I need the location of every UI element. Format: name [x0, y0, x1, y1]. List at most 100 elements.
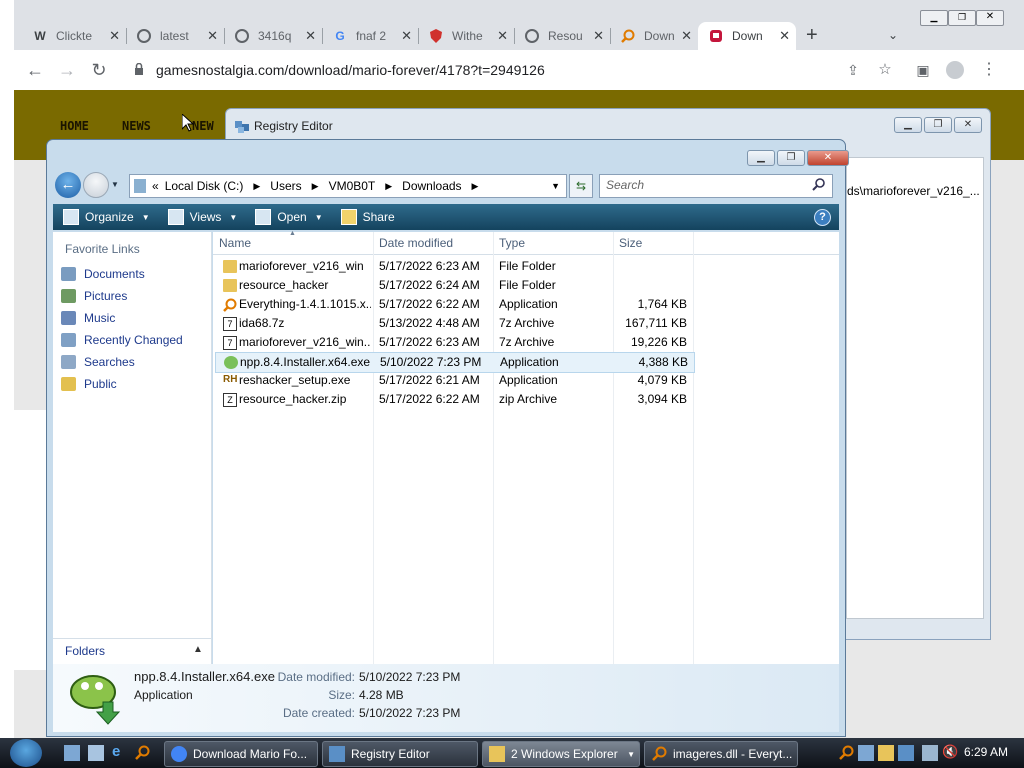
forward-arrow-icon[interactable]: →	[56, 59, 78, 81]
help-icon[interactable]: ?	[814, 209, 831, 226]
profile-avatar-icon[interactable]	[946, 61, 964, 79]
back-arrow-icon[interactable]: ←	[24, 59, 46, 81]
taskbar-registry-editor[interactable]: Registry Editor	[322, 741, 478, 767]
close-tab-icon[interactable]: ✕	[593, 28, 604, 44]
file-row[interactable]: resource_hacker 5/17/2022 6:24 AM File F…	[215, 276, 693, 295]
maximize-button[interactable]: ❐	[777, 150, 805, 166]
tray-search-icon[interactable]	[838, 745, 854, 761]
tab-search-chevron-icon[interactable]: ⌄	[888, 28, 898, 42]
details-file-type: Application	[134, 688, 193, 702]
file-row[interactable]: 7 marioforever_v216_win... 5/17/2022 6:2…	[215, 333, 693, 352]
minimize-button[interactable]: ▁	[747, 150, 775, 166]
internet-explorer-icon[interactable]: e	[112, 743, 128, 760]
explorer-address-box[interactable]: « Local Disk (C:) ▶ Users ▶ VM0B0T ▶ Dow…	[129, 174, 567, 198]
bookmark-star-icon[interactable]: ☆	[874, 59, 896, 81]
tray-folder-icon[interactable]	[878, 745, 894, 761]
fav-pictures[interactable]: Pictures	[61, 286, 127, 306]
tab-clickte[interactable]: W Clickte ✕	[22, 22, 127, 50]
taskbar-windows-explorer[interactable]: 2 Windows Explorer ▼	[482, 741, 640, 767]
folders-toggle[interactable]: Folders ▲	[53, 638, 211, 663]
menu-kebab-icon[interactable]: ⋮	[978, 59, 1000, 81]
side-panel-icon[interactable]: ▣	[912, 59, 934, 81]
close-tab-icon[interactable]: ✕	[779, 28, 790, 44]
new-tab-button[interactable]: +	[806, 24, 818, 47]
minimize-button[interactable]: ▁	[894, 117, 922, 133]
file-row-selected[interactable]: npp.8.4.Installer.x64.exe 5/10/2022 7:23…	[215, 352, 695, 373]
taskbar-chrome[interactable]: Download Mario Fo...	[164, 741, 318, 767]
breadcrumb-local-disk[interactable]: Local Disk (C:)	[165, 179, 244, 193]
tab-down-1[interactable]: Down ✕	[610, 22, 698, 50]
column-type[interactable]: Type	[499, 236, 525, 250]
nav-home-link[interactable]: HOME	[60, 119, 89, 133]
close-window-button[interactable]: ✕	[976, 10, 1004, 26]
address-dropdown-icon[interactable]: ▼	[551, 181, 560, 191]
column-date-modified[interactable]: Date modified	[379, 236, 453, 250]
show-desktop-icon[interactable]	[64, 745, 80, 761]
breadcrumb-overflow-icon[interactable]: «	[152, 179, 159, 193]
registry-value-row[interactable]: ds\marioforever_v216_...	[847, 184, 983, 206]
switch-windows-icon[interactable]	[88, 745, 104, 761]
wikipedia-icon: W	[34, 29, 46, 43]
minimize-button[interactable]: ▁	[920, 10, 948, 26]
fav-recently-changed[interactable]: Recently Changed	[61, 330, 183, 350]
file-row[interactable]: 7 ida68.7z 5/13/2022 4:48 AM 7z Archive …	[215, 314, 693, 333]
fav-documents[interactable]: Documents	[61, 264, 145, 284]
close-tab-icon[interactable]: ✕	[401, 28, 412, 44]
close-tab-icon[interactable]: ✕	[497, 28, 508, 44]
tab-3416q[interactable]: 3416q ✕	[224, 22, 323, 50]
navigation-pane: Favorite Links Documents Pictures Music …	[53, 232, 212, 664]
file-row[interactable]: Everything-1.4.1.1015.x... 5/17/2022 6:2…	[215, 295, 693, 314]
open-button[interactable]: Open ▼	[255, 209, 323, 225]
close-tab-icon[interactable]: ✕	[207, 28, 218, 44]
tab-fnaf[interactable]: G fnaf 2 ✕	[322, 22, 419, 50]
size-value: 4.28 MB	[359, 688, 404, 702]
breadcrumb-downloads[interactable]: Downloads	[402, 179, 461, 193]
tray-registry-icon[interactable]	[898, 745, 914, 761]
recent-pages-chevron-icon[interactable]: ▼	[111, 180, 119, 189]
close-tab-icon[interactable]: ✕	[681, 28, 692, 44]
views-button[interactable]: Views ▼	[167, 209, 237, 225]
share-icon[interactable]: ⇪	[842, 59, 864, 81]
refresh-icon[interactable]: ⇆	[569, 174, 593, 198]
close-button[interactable]: ✕	[954, 117, 982, 133]
fav-searches[interactable]: Searches	[61, 352, 135, 372]
reload-icon[interactable]: ↻	[88, 59, 110, 81]
tab-resou[interactable]: Resou ✕	[514, 22, 611, 50]
back-arrow-icon[interactable]: ←	[55, 172, 81, 198]
start-button[interactable]	[10, 739, 42, 767]
tray-app-icon[interactable]	[858, 745, 874, 761]
column-name[interactable]: Name	[219, 236, 251, 250]
file-row[interactable]: RH reshacker_setup.exe 5/17/2022 6:21 AM…	[215, 371, 693, 390]
breadcrumb-users[interactable]: Users	[270, 179, 301, 193]
chevron-up-icon[interactable]: ▲	[193, 644, 203, 655]
fav-music[interactable]: Music	[61, 308, 115, 328]
organize-button[interactable]: Organize ▼	[63, 209, 150, 225]
share-button[interactable]: Share	[340, 209, 395, 225]
address-bar[interactable]: gamesnostalgia.com/download/mario-foreve…	[124, 56, 964, 84]
column-size[interactable]: Size	[619, 236, 642, 250]
taskbar-everything[interactable]: imageres.dll - Everyt...	[644, 741, 798, 767]
maximize-button[interactable]: ❐	[948, 10, 976, 26]
nav-new-link[interactable]: NEW	[192, 119, 214, 133]
close-tab-icon[interactable]: ✕	[305, 28, 316, 44]
volume-muted-icon[interactable]: 🔇	[942, 744, 958, 760]
close-button[interactable]: ✕	[807, 150, 849, 166]
network-icon[interactable]	[922, 745, 938, 761]
breadcrumb-vm0b0t[interactable]: VM0B0T	[329, 179, 376, 193]
everything-search-icon[interactable]	[134, 745, 150, 761]
maximize-button[interactable]: ❐	[924, 117, 952, 133]
tab-down-active[interactable]: Down ✕	[698, 22, 796, 50]
share-icon	[340, 209, 357, 225]
tab-withe[interactable]: Withe ✕	[418, 22, 515, 50]
file-row[interactable]: Z resource_hacker.zip 5/17/2022 6:22 AM …	[215, 390, 693, 409]
search-icon[interactable]	[812, 177, 826, 194]
details-pane: npp.8.4.Installer.x64.exe Application Da…	[53, 664, 839, 732]
close-tab-icon[interactable]: ✕	[109, 28, 120, 44]
nav-news-link[interactable]: NEWS	[122, 119, 151, 133]
fav-public[interactable]: Public	[61, 374, 117, 394]
file-row[interactable]: marioforever_v216_win 5/17/2022 6:23 AM …	[215, 257, 693, 276]
tab-latest[interactable]: latest ✕	[126, 22, 225, 50]
clock[interactable]: 6:29 AM	[964, 745, 1008, 759]
search-input[interactable]: Search	[599, 174, 833, 198]
forward-arrow-icon[interactable]	[83, 172, 109, 198]
